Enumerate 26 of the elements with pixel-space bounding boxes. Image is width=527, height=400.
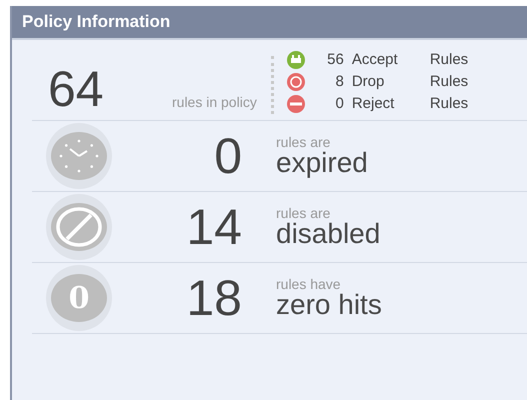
stat-count: 18 — [185, 273, 242, 323]
stat-count: 14 — [185, 202, 242, 252]
rule-unit: Rules — [430, 51, 468, 69]
minus-circle-icon — [286, 94, 306, 114]
rule-count: 8 — [334, 73, 344, 91]
rule-type: Accept — [352, 51, 399, 69]
ring-icon — [286, 72, 306, 92]
panel-title: Policy Information — [12, 6, 527, 40]
rule-count: 56 — [326, 51, 344, 69]
rule-type: Drop — [352, 73, 386, 91]
stat-label: disabled — [276, 220, 380, 248]
stat-caption: rules have — [276, 277, 342, 291]
rule-count: 0 — [334, 95, 344, 113]
rule-type: Reject — [352, 95, 396, 113]
total-count: 64 — [48, 64, 105, 114]
stat-caption: rules are — [276, 135, 332, 149]
clock-icon — [51, 132, 107, 180]
stat-caption: rules are — [276, 206, 332, 220]
rule-unit: Rules — [430, 95, 468, 113]
zero-icon: 0 — [51, 274, 107, 322]
prohibited-icon — [51, 203, 107, 251]
rule-unit: Rules — [430, 73, 468, 91]
stat-label: expired — [276, 149, 368, 177]
stat-label: zero hits — [276, 291, 382, 319]
stat-count: 0 — [213, 131, 242, 181]
total-label: rules in policy — [172, 94, 257, 110]
